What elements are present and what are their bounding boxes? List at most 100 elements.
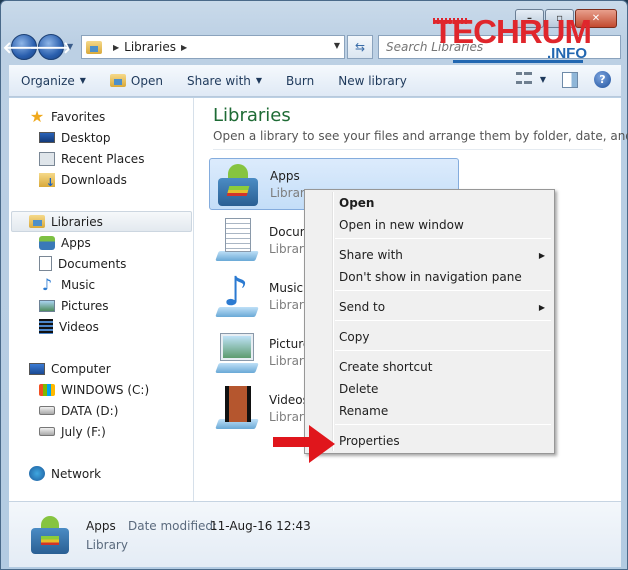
sidebar-label: Music	[61, 277, 96, 292]
sidebar-item-videos[interactable]: Videos	[9, 316, 194, 337]
sidebar-label: July (F:)	[61, 424, 106, 439]
menu-separator	[335, 350, 551, 351]
minimize-button[interactable]: –	[515, 9, 544, 28]
window-controls: – ▫ ✕	[515, 9, 617, 28]
libraries-icon	[29, 215, 45, 228]
menu-item-properties[interactable]: Properties	[339, 431, 551, 451]
preview-pane-icon[interactable]	[562, 71, 578, 88]
music-icon: ♪	[41, 275, 53, 294]
menu-item-dont-show-nav[interactable]: Don't show in navigation pane	[339, 267, 551, 287]
forward-button[interactable]: 🡒	[30, 34, 72, 60]
menu-item-rename[interactable]: Rename	[339, 401, 551, 421]
sidebar-item-network[interactable]: Network	[9, 463, 194, 484]
help-icon[interactable]: ?	[594, 71, 611, 88]
recent-pages-dropdown[interactable]: ▼	[67, 42, 73, 51]
menu-label: Properties	[339, 434, 400, 448]
details-date-value: 11-Aug-16 12:43	[210, 519, 311, 533]
organize-button[interactable]: Organize ▼	[9, 65, 98, 96]
sidebar-label: WINDOWS (C:)	[61, 382, 150, 397]
menu-item-send-to[interactable]: Send to ▶	[339, 297, 551, 317]
menu-item-open[interactable]: Open	[339, 193, 551, 213]
refresh-button[interactable]: ⇆	[347, 35, 373, 59]
menu-item-delete[interactable]: Delete	[339, 379, 551, 399]
menu-separator	[335, 238, 551, 239]
page-title: Libraries	[213, 105, 291, 126]
change-view-button[interactable]: ▼	[515, 71, 546, 88]
maximize-button[interactable]: ▫	[545, 9, 574, 28]
sidebar-item-favorites[interactable]: ★ Favorites	[9, 106, 194, 127]
downloads-icon	[39, 172, 55, 189]
context-menu: Open Open in new window Share with ▶ Don'…	[304, 189, 555, 454]
submenu-arrow-icon: ▶	[538, 250, 545, 260]
menu-item-create-shortcut[interactable]: Create shortcut	[339, 357, 551, 377]
sidebar-item-music[interactable]: ♪ Music	[9, 274, 194, 295]
new-library-button[interactable]: New library	[326, 65, 419, 96]
sidebar-label: Libraries	[51, 214, 103, 229]
sidebar-label: Apps	[61, 235, 91, 250]
open-button[interactable]: Open	[98, 65, 175, 96]
menu-label: Create shortcut	[339, 360, 433, 374]
views-icon	[515, 71, 532, 88]
share-with-button[interactable]: Share with ▼	[175, 65, 274, 96]
burn-button[interactable]: Burn	[274, 65, 326, 96]
star-icon: ★	[29, 107, 45, 126]
videos-library-icon	[213, 384, 261, 432]
menu-item-share-with[interactable]: Share with ▶	[339, 245, 551, 265]
menu-item-copy[interactable]: Copy	[339, 327, 551, 347]
sidebar-item-apps[interactable]: Apps	[9, 232, 194, 253]
search-box[interactable]	[378, 35, 621, 59]
sidebar-label: Downloads	[61, 172, 127, 187]
chevron-down-icon: ▼	[539, 75, 546, 84]
chevron-down-icon: ▼	[79, 76, 86, 85]
open-label: Open	[130, 73, 163, 88]
library-name: Apps	[270, 168, 300, 183]
navigation-bar: 🡐 🡒 ▼ ▶ Libraries ▶ ▼ ⇆	[3, 34, 621, 60]
organize-label: Organize	[21, 73, 75, 88]
menu-label: Copy	[339, 330, 370, 344]
breadcrumb-libraries[interactable]: Libraries	[124, 40, 176, 54]
menu-label: Rename	[339, 404, 389, 418]
details-date-label: Date modified:	[128, 519, 218, 533]
breadcrumb-separator-icon[interactable]: ▶	[113, 43, 119, 52]
sidebar-item-drive-f[interactable]: July (F:)	[9, 421, 194, 442]
menu-separator	[335, 424, 551, 425]
menu-label: Send to	[339, 300, 386, 314]
computer-icon	[29, 362, 45, 375]
sidebar-item-drive-c[interactable]: WINDOWS (C:)	[9, 379, 194, 400]
search-input[interactable]	[386, 40, 586, 54]
menu-label: Open	[339, 196, 375, 210]
sidebar-item-computer[interactable]: Computer	[9, 358, 194, 379]
sidebar-label: Computer	[51, 361, 111, 376]
sidebar-item-libraries[interactable]: Libraries	[11, 211, 192, 232]
desktop-icon	[39, 132, 55, 143]
command-bar: Organize ▼ Open Share with ▼ Burn New li…	[9, 65, 621, 97]
menu-item-open-new-window[interactable]: Open in new window	[339, 215, 551, 235]
page-subtitle: Open a library to see your files and arr…	[213, 129, 628, 143]
music-library-icon: ♪	[213, 270, 261, 320]
chevron-down-icon: ▼	[255, 76, 263, 85]
sidebar-item-pictures[interactable]: Pictures	[9, 295, 194, 316]
address-dropdown-icon[interactable]: ▼	[334, 41, 340, 50]
pictures-icon	[39, 299, 55, 312]
sidebar-item-downloads[interactable]: Downloads	[9, 169, 194, 190]
libraries-group: Libraries Apps Documents ♪ Music Picture…	[9, 211, 194, 337]
menu-label: Delete	[339, 382, 379, 396]
sidebar-item-desktop[interactable]: Desktop	[9, 127, 194, 148]
apps-library-icon	[39, 235, 55, 250]
recent-places-icon	[39, 151, 55, 166]
sidebar-item-documents[interactable]: Documents	[9, 253, 194, 274]
favorites-group: ★ Favorites Desktop Recent Places Downlo…	[9, 106, 194, 190]
address-bar[interactable]: ▶ Libraries ▶ ▼	[81, 35, 345, 59]
navigation-pane: ★ Favorites Desktop Recent Places Downlo…	[9, 98, 194, 501]
apps-library-icon	[29, 514, 71, 556]
windows-drive-icon	[39, 383, 55, 396]
sidebar-item-drive-d[interactable]: DATA (D:)	[9, 400, 194, 421]
breadcrumb-separator-icon[interactable]: ▶	[181, 43, 187, 52]
close-button[interactable]: ✕	[575, 9, 617, 28]
sidebar-item-recent-places[interactable]: Recent Places	[9, 148, 194, 169]
sidebar-label: Videos	[59, 319, 99, 334]
sidebar-label: Network	[51, 466, 102, 481]
details-pane: Apps Date modified: 11-Aug-16 12:43 Libr…	[9, 501, 621, 567]
hard-drive-icon	[39, 406, 55, 415]
network-icon	[29, 466, 45, 481]
